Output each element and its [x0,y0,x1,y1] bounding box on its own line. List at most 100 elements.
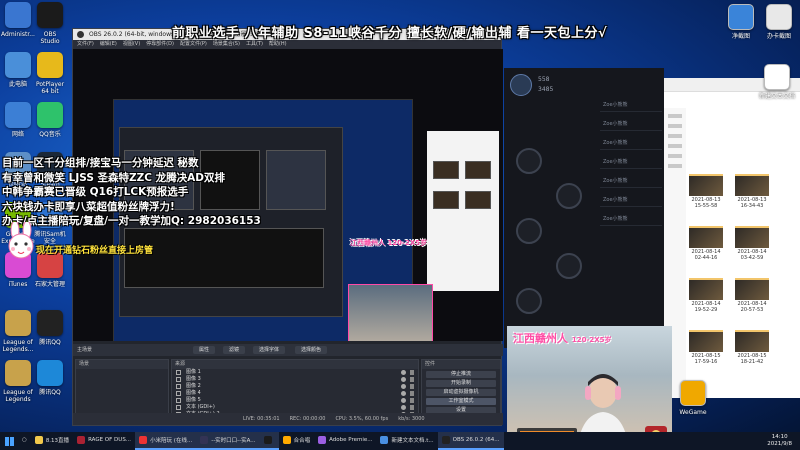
desktop-icon-label: 办卡截图 [766,33,791,40]
lock-icon[interactable] [410,384,414,389]
taskbar-item[interactable]: 合合唱 [279,432,315,450]
file-name: 2021-08-15 17-59-16 [691,353,721,365]
dark-app-window: 558 3485 Zoe小熊熊 Zoe小熊熊 Zoe小熊熊 Zoe小熊熊 Zoe小熊熊 Z… [504,68,664,348]
app-icon [441,436,450,444]
desktop-icon[interactable]: 腾讯QQ [34,310,66,362]
video-file[interactable]: 2021-08-14 02-44-16 [688,226,724,272]
obs-menu-item[interactable]: 视图(V) [123,40,140,49]
list-item[interactable]: Zoe小熊熊 [600,98,662,112]
desktop-icon[interactable]: League of Legends... [2,310,34,362]
desktop-icon-label: 腾讯QQ [39,339,61,346]
list-item[interactable]: Zoe小熊熊 [600,136,662,150]
source-item[interactable]: 图像 3 [172,376,418,383]
taskbar: ○ 8.13直播 RAGE OF DUS... 小米陪玩 (在线... --实时口口-… [0,432,800,450]
desktop-icon[interactable]: OBS Studio [34,2,66,54]
obs-menu-item[interactable]: 帮助(H) [269,40,287,49]
video-file[interactable]: 2021-08-13 16-34-43 [734,174,770,220]
eye-icon[interactable] [401,391,406,396]
video-file[interactable]: 2021-08-14 19-52-29 [688,278,724,324]
source-item[interactable]: 图像 2 [172,383,418,390]
control-button[interactable]: 工作室模式 [426,398,496,405]
folder-user-icon [5,2,31,28]
lock-icon[interactable] [410,398,414,403]
qq-icon [37,310,63,336]
taskbar-item[interactable]: 新建文本文档.t... [376,432,437,450]
video-file[interactable]: 2021-08-15 17-59-16 [688,330,724,376]
taskbar-item[interactable]: OBS 26.0.2 (64... [437,432,504,450]
obs-menu-item[interactable]: 工具(T) [246,40,263,49]
taskbar-item[interactable]: 小米陪玩 (在线... [135,432,197,450]
desktop-icon-label: 净截图 [731,33,750,40]
list-item[interactable]: Zoe小熊熊 [600,155,662,169]
desktop-icon[interactable]: 网络 [2,102,34,154]
tab-select-color[interactable]: 选择颜色 [295,346,328,354]
control-button[interactable]: 启动虚拟摄像机 [426,389,496,396]
desktop-icon[interactable]: WeGame [674,380,712,432]
desktop-icon[interactable]: 此电脑 [2,52,34,104]
video-file[interactable]: 2021-08-13 15-55-58 [688,174,724,220]
desktop-icon-label: 石家大管理 [34,281,65,288]
desktop-icon-label: iTunes [8,281,28,288]
desktop-icon[interactable]: PotPlayer 64 bit [34,52,66,104]
video-thumbnail-icon [735,226,769,248]
taskbar-item[interactable]: --实时口口--实A... [196,432,260,450]
desktop-icon[interactable]: 净截图 [722,4,760,56]
source-item[interactable]: 图像 1 [172,369,418,376]
overlay-line: 六块钱办卡即享八菜超值粉丝牌浮力! [2,200,175,213]
source-item[interactable]: 文本 (GDI+) [172,404,418,411]
taskbar-item[interactable] [259,432,279,450]
tab-properties[interactable]: 属性 [193,346,216,354]
nested-thumb [266,150,326,210]
desktop-icon[interactable]: QQ音乐 [34,102,66,154]
list-item[interactable]: Zoe小熊熊 [600,212,662,226]
video-file[interactable]: 2021-08-14 20-57-53 [734,278,770,324]
lock-icon[interactable] [410,391,414,396]
nested-thumb [465,161,491,179]
desktop-icon[interactable]: League of Legends [2,360,34,412]
obs-menu-item[interactable]: 场景集合(S) [213,40,240,49]
lock-icon[interactable] [410,377,414,382]
eye-icon[interactable] [401,398,406,403]
taskbar-item-label: Adobe Premie... [329,437,373,443]
taskbar-item[interactable]: Adobe Premie... [314,432,376,450]
obs-menu-item[interactable]: 停靠部件(D) [146,40,174,49]
desktop-icon-label: WeGame [679,409,707,416]
taskbar-item-label: OBS 26.0.2 (64... [452,437,500,443]
list-item[interactable]: Zoe小熊熊 [600,193,662,207]
tab-select-font[interactable]: 选择字体 [253,346,286,354]
circle-icon [556,253,582,279]
obs-menu-item[interactable]: 配置文件(P) [180,40,207,49]
desktop-icon[interactable]: Administr... [1,2,35,54]
video-file[interactable]: 2021-08-14 03-42-59 [734,226,770,272]
tab-filters[interactable]: 滤镜 [223,346,246,354]
desktop-icon[interactable]: 新建文本文档 [758,64,796,116]
source-item[interactable]: 图像 4 [172,390,418,397]
app-icon [34,436,43,444]
control-button[interactable]: 开始录制 [426,380,496,387]
list-item[interactable]: Zoe小熊熊 [600,174,662,188]
lock-icon[interactable] [410,405,414,410]
taskbar-item-label: 8.13直播 [45,438,70,444]
list-item[interactable]: Zoe小熊熊 [600,117,662,131]
obs-menu-item[interactable]: 文件(F) [77,40,94,49]
source-label: 图像 5 [186,397,201,403]
desktop-icon-label: League of Legends [3,389,33,403]
desktop-icon[interactable]: 办卡截图 [760,4,798,56]
obs-menu-item[interactable]: 编辑(E) [100,40,117,49]
video-file[interactable]: 2021-08-15 18-21-42 [734,330,770,376]
taskbar-search-icon[interactable]: ○ [18,432,31,450]
eye-icon[interactable] [401,405,406,410]
source-item[interactable]: 图像 5 [172,397,418,404]
eye-icon[interactable] [401,384,406,389]
eye-icon[interactable] [401,377,406,382]
control-button[interactable]: 停止推流 [426,371,496,378]
eye-icon[interactable] [401,370,406,375]
start-button[interactable] [0,432,18,450]
desktop-icon[interactable]: 腾讯QQ [34,360,66,412]
desktop-icon[interactable]: 石家大管理 [34,252,66,304]
desktop-icon-label: 此电脑 [8,81,27,88]
taskbar-clock[interactable]: 14:10 2021/9/8 [767,434,792,448]
lock-icon[interactable] [410,370,414,375]
taskbar-item[interactable]: 8.13直播 [31,432,73,450]
taskbar-item[interactable]: RAGE OF DUS... [73,432,135,450]
